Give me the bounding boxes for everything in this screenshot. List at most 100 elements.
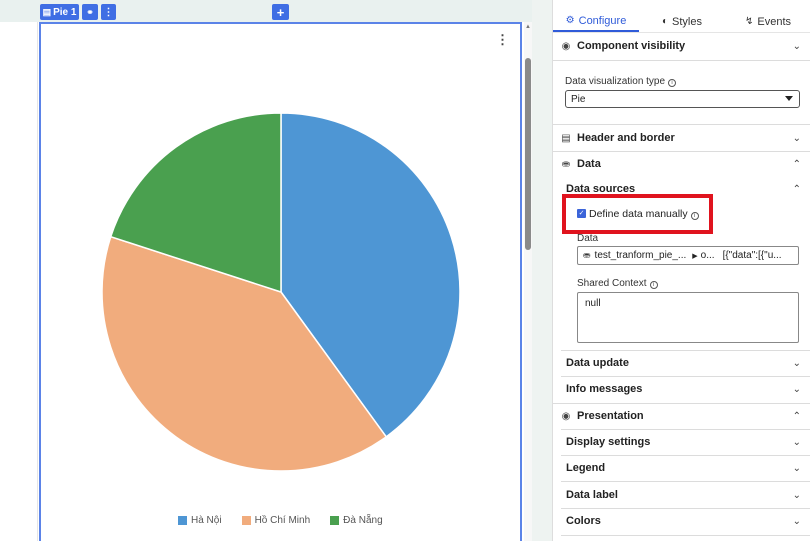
divider (553, 151, 810, 152)
section-data[interactable]: ⛂ Data ⌃ (553, 156, 810, 172)
kebab-icon: ⋮ (103, 6, 114, 18)
component-name-chip[interactable]: ▤ Pie 1 (40, 4, 79, 20)
subsection-legend[interactable]: Legend ⌄ (553, 460, 810, 476)
legend-item[interactable]: Hà Nội (178, 515, 222, 526)
tab-configure[interactable]: ⚙ Configure (553, 11, 639, 32)
canvas-scroll-thumb[interactable] (525, 58, 531, 250)
info-icon[interactable]: i (649, 281, 658, 289)
panel-tabs: ⚙ Configure ◐ Styles ↯ Events (553, 11, 810, 33)
chevron-down-icon: ⌄ (792, 489, 801, 501)
tab-label: Configure (578, 14, 627, 27)
chevron-down-icon: ⌄ (792, 436, 801, 448)
chevron-up-icon: ⌃ (792, 410, 801, 422)
legend-item[interactable]: Đà Nẵng (330, 515, 383, 526)
section-title: Colors (566, 515, 601, 527)
layout-icon: ▤ (561, 132, 571, 144)
palette-icon: ◐ (661, 16, 669, 27)
tab-styles[interactable]: ◐ Styles (639, 11, 725, 32)
shared-context-textarea[interactable]: null (577, 292, 799, 343)
divider (561, 508, 810, 509)
section-title: Data update (566, 357, 629, 369)
viz-type-label: Data visualization type i (565, 76, 677, 87)
chevron-down-icon: ⌄ (792, 40, 801, 52)
scroll-up-icon[interactable]: ▲ (524, 23, 532, 31)
chevron-down-icon: ⌄ (792, 132, 801, 144)
shared-context-label: Shared Context i (577, 278, 658, 289)
section-title: Data sources (566, 183, 636, 195)
chart-legend: Hà Nội Hồ Chí Minh Đà Nẵng (178, 515, 403, 526)
subsection-info-messages[interactable]: Info messages ⌄ (553, 381, 810, 397)
legend-label: Hà Nội (191, 515, 222, 526)
divider (561, 455, 810, 456)
canvas-left-column (0, 22, 38, 541)
viz-type-label-text: Data visualization type (565, 76, 666, 87)
section-presentation[interactable]: ◉ Presentation ⌃ (553, 408, 810, 424)
legend-swatch (178, 516, 187, 525)
link-button[interactable]: ⚭ (82, 4, 98, 20)
divider (553, 60, 810, 61)
legend-label: Hồ Chí Minh (254, 515, 311, 526)
play-icon: ▶ (692, 252, 698, 260)
data-field-label: Data (577, 233, 599, 244)
chevron-down-icon: ⌄ (792, 462, 801, 474)
tab-events[interactable]: ↯ Events (725, 11, 810, 32)
section-title: Info messages (566, 383, 643, 395)
pie-chart (101, 112, 461, 472)
properties-panel: ⚙ Configure ◐ Styles ↯ Events ◉ Component v… (552, 0, 810, 541)
database-icon: ⛂ (561, 158, 571, 170)
section-title: Data label (566, 489, 618, 501)
section-title: Presentation (577, 410, 644, 422)
section-title: Header and border (577, 132, 675, 144)
component-menu-button[interactable]: ⋮ (101, 4, 116, 20)
section-title: Legend (566, 462, 606, 474)
section-title: Component visibility (577, 40, 686, 52)
section-title: Display settings (566, 436, 651, 448)
data-source-preview: [{"data":[{"u... (722, 250, 782, 261)
chevron-down-icon: ⌄ (792, 383, 801, 395)
divider (553, 124, 810, 125)
subsection-data-label[interactable]: Data label ⌄ (553, 487, 810, 503)
tab-label: Styles (672, 15, 702, 28)
subsection-data-update[interactable]: Data update ⌄ (553, 355, 810, 371)
divider (561, 350, 810, 351)
section-title: Data (577, 158, 601, 170)
legend-swatch (241, 516, 251, 525)
viz-type-select[interactable]: Pie (565, 90, 800, 108)
subsection-display-settings[interactable]: Display settings ⌄ (553, 434, 810, 450)
eye-icon: ◉ (561, 40, 571, 52)
section-component-visibility[interactable]: ◉ Component visibility ⌄ (553, 38, 810, 54)
bolt-icon: ↯ (744, 16, 754, 27)
viz-type-value: Pie (571, 93, 586, 105)
divider (561, 481, 810, 482)
section-header-border[interactable]: ▤ Header and border ⌄ (553, 130, 810, 146)
define-manually-checkbox[interactable]: ✓ (577, 209, 586, 218)
define-manually-text: Define data manually (589, 208, 688, 220)
database-icon: ⛂ (583, 250, 591, 260)
chevron-up-icon: ⌃ (792, 183, 801, 195)
subsection-colors[interactable]: Colors ⌄ (553, 513, 810, 529)
data-source-name: test_tranform_pie_... (594, 250, 687, 261)
chevron-down-icon: ⌄ (792, 357, 801, 369)
caret-down-icon (785, 96, 793, 101)
divider (561, 535, 810, 536)
canvas-right-gutter (532, 0, 552, 541)
eye-icon: ◉ (561, 410, 571, 422)
data-source-field[interactable]: ⛂ test_tranform_pie_... ▶ o... [{"data":… (577, 246, 799, 265)
legend-item[interactable]: Hồ Chí Minh (241, 515, 311, 526)
gear-icon: ⚙ (565, 15, 575, 26)
chevron-down-icon: ⌄ (792, 515, 801, 527)
chevron-up-icon: ⌃ (792, 158, 801, 170)
chart-icon: ▤ (42, 6, 52, 17)
tab-label: Events (757, 15, 792, 28)
info-icon[interactable]: i (668, 79, 677, 87)
shared-context-value: null (585, 298, 601, 309)
legend-label: Đà Nẵng (343, 515, 383, 526)
data-source-output: o... (700, 250, 715, 261)
info-icon[interactable]: i (690, 212, 699, 220)
add-component-button[interactable]: + (272, 4, 289, 20)
shared-context-text: Shared Context (577, 278, 647, 289)
subsection-data-sources[interactable]: Data sources ⌃ (553, 182, 810, 196)
divider (561, 429, 810, 430)
define-manually-label: Define data manually i (589, 208, 699, 220)
component-name-label: Pie 1 (53, 6, 77, 18)
